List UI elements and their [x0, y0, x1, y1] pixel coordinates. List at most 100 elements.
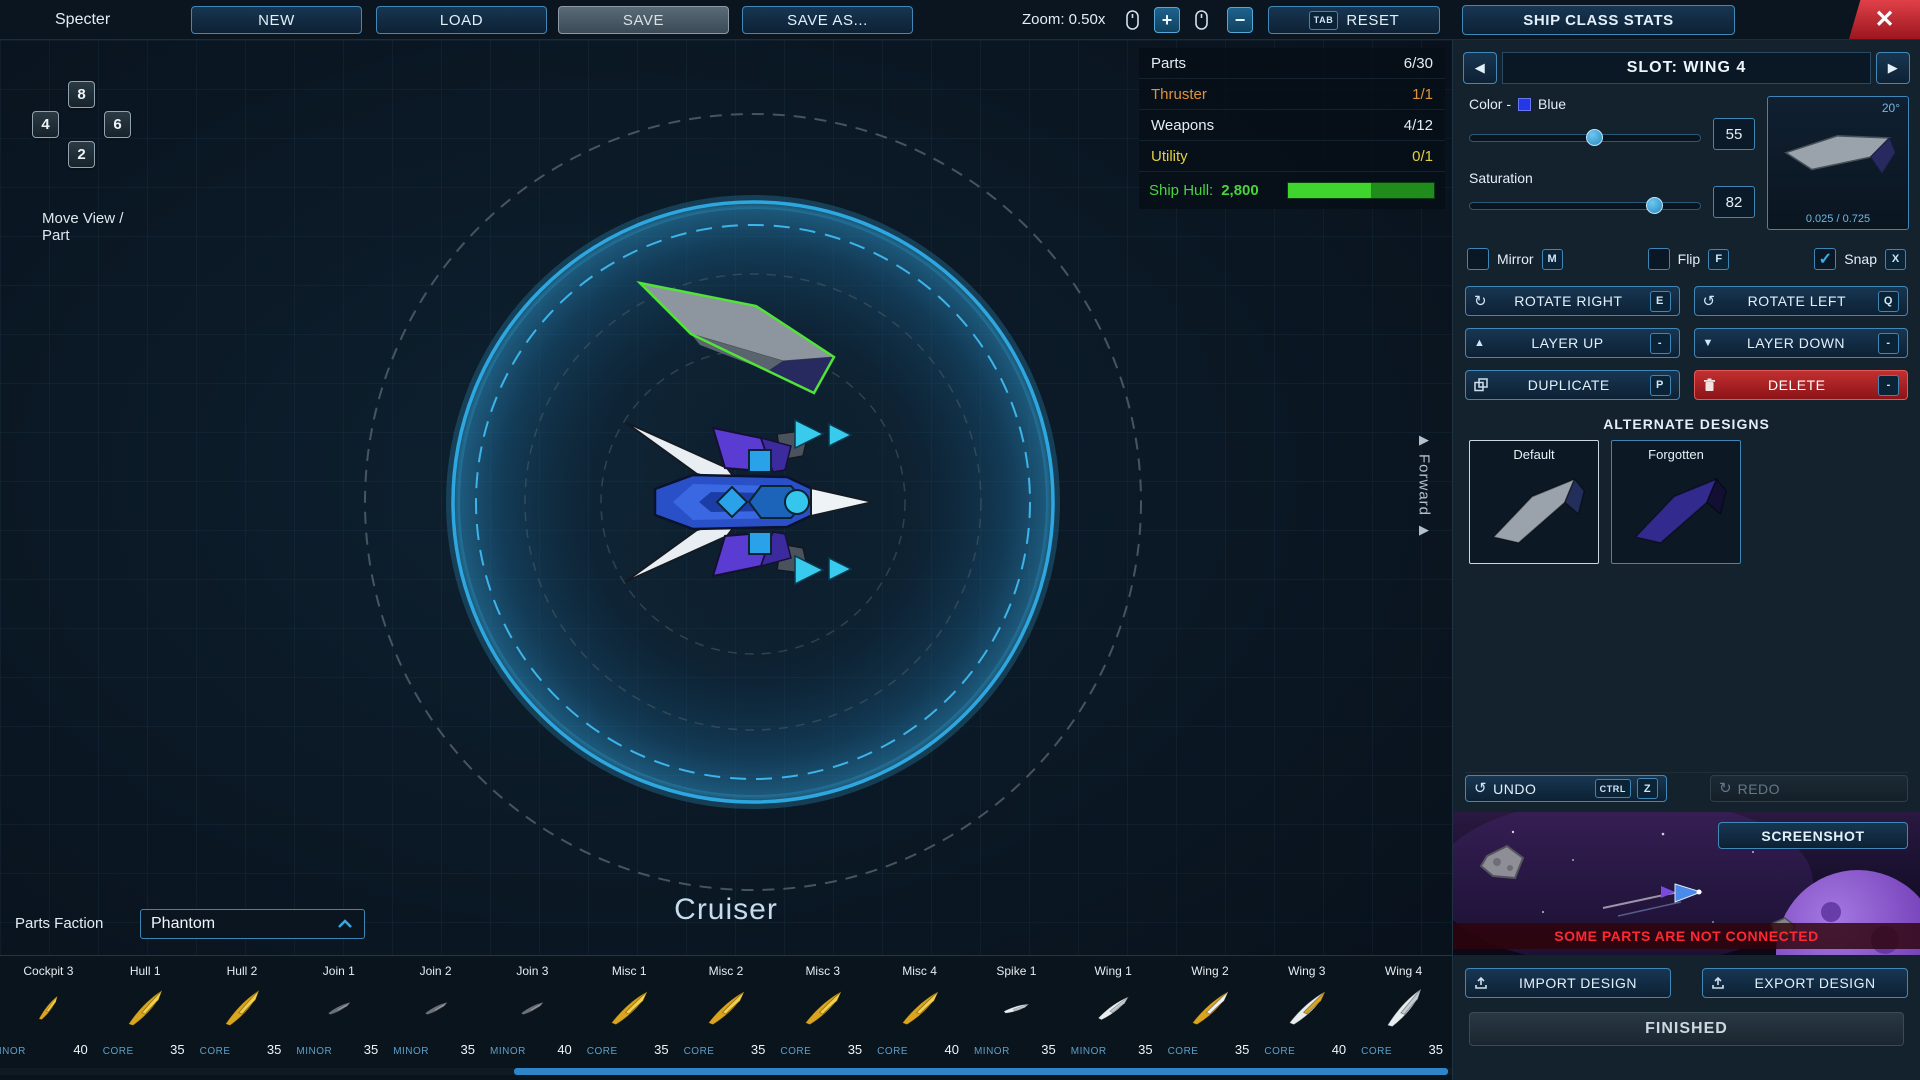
layer-down-key-badge: -	[1878, 333, 1899, 354]
color-swatch	[1518, 98, 1531, 111]
part-type: CORE	[1168, 1046, 1199, 1057]
stat-row: Weapons 4/12	[1139, 110, 1445, 141]
rotate-right-button[interactable]: ↻ ROTATE RIGHT E	[1465, 286, 1680, 316]
key-left: 4	[32, 111, 59, 138]
part-preview-image	[1773, 107, 1903, 207]
forward-label: Forward	[1416, 454, 1433, 516]
part-meta: CORE 35	[684, 1042, 766, 1057]
saturation-value-box[interactable]: 82	[1713, 186, 1755, 218]
duplicate-button[interactable]: DUPLICATE P	[1465, 370, 1680, 400]
saturation-slider[interactable]	[1469, 202, 1701, 210]
color-slider[interactable]	[1469, 134, 1701, 142]
reset-view-button[interactable]: TAB RESET	[1268, 6, 1440, 34]
part-icon	[387, 982, 484, 1034]
slot-selector: ◀ SLOT: WING 4 ▶	[1463, 52, 1910, 84]
new-button[interactable]: NEW	[191, 6, 362, 34]
layer-down-button[interactable]: ▼ LAYER DOWN -	[1694, 328, 1909, 358]
slot-next-button[interactable]: ▶	[1876, 52, 1910, 84]
editor-canvas[interactable]: 8 4 6 2 Move View / Part Parts 6/30 Thru…	[0, 40, 1452, 955]
part-item[interactable]: Cockpit 3 MINOR 40	[0, 956, 97, 1080]
part-icon	[581, 982, 678, 1034]
close-icon: ✕	[1874, 5, 1894, 34]
key-down: 2	[68, 141, 95, 168]
parts-scrollbar-thumb[interactable]	[514, 1068, 1448, 1075]
part-item[interactable]: Hull 1 CORE 35	[97, 956, 194, 1080]
save-button[interactable]: SAVE	[558, 6, 729, 34]
design-card[interactable]: Forgotten	[1611, 440, 1741, 564]
part-type: MINOR	[0, 1046, 26, 1057]
part-type: CORE	[1264, 1046, 1295, 1057]
part-item[interactable]: Join 3 MINOR 40	[484, 956, 581, 1080]
delete-button[interactable]: DELETE -	[1694, 370, 1909, 400]
export-design-button[interactable]: EXPORT DESIGN	[1702, 968, 1908, 998]
stat-label: Thruster	[1151, 86, 1207, 103]
part-item[interactable]: Wing 4 CORE 35	[1355, 956, 1452, 1080]
undo-button[interactable]: ↺ UNDO CTRL Z	[1465, 775, 1667, 802]
faction-dropdown[interactable]: Phantom	[140, 909, 365, 939]
undo-redo-row: ↺ UNDO CTRL Z ↻ REDO	[1465, 772, 1908, 802]
ship-class-stats-button[interactable]: SHIP CLASS STATS	[1462, 5, 1735, 35]
stat-value: 4/12	[1404, 117, 1433, 134]
part-item[interactable]: Wing 1 MINOR 35	[1065, 956, 1162, 1080]
rotate-cw-icon: ↻	[1474, 294, 1487, 309]
faction-dropdown-value: Phantom	[151, 915, 336, 933]
part-cost: 35	[654, 1042, 668, 1057]
import-export-row: IMPORT DESIGN EXPORT DESIGN	[1465, 968, 1908, 998]
save-as-button[interactable]: SAVE AS...	[742, 6, 913, 34]
color-slider-handle[interactable]	[1586, 129, 1603, 146]
part-icon	[484, 982, 581, 1034]
part-item[interactable]: Hull 2 CORE 35	[194, 956, 291, 1080]
zoom-in-button[interactable]: +	[1154, 7, 1180, 33]
layer-up-button[interactable]: ▲ LAYER UP -	[1465, 328, 1680, 358]
mirror-key-badge: M	[1542, 249, 1563, 270]
part-item[interactable]: Misc 2 CORE 35	[678, 956, 775, 1080]
part-item[interactable]: Join 2 MINOR 35	[387, 956, 484, 1080]
parts-scrollbar-track[interactable]	[0, 1068, 1452, 1075]
part-item[interactable]: Join 1 MINOR 35	[290, 956, 387, 1080]
part-item[interactable]: Wing 3 CORE 40	[1258, 956, 1355, 1080]
part-cost: 35	[1235, 1042, 1249, 1057]
part-item[interactable]: Misc 4 CORE 40	[871, 956, 968, 1080]
part-name: Spike 1	[968, 964, 1065, 978]
mirror-checkbox[interactable]	[1467, 248, 1489, 270]
part-item[interactable]: Misc 1 CORE 35	[581, 956, 678, 1080]
duplicate-key-badge: P	[1650, 375, 1671, 396]
part-cost: 35	[751, 1042, 765, 1057]
part-item[interactable]: Wing 2 CORE 35	[1162, 956, 1259, 1080]
upload-icon	[1711, 976, 1725, 990]
color-value-box[interactable]: 55	[1713, 118, 1755, 150]
part-meta: CORE 40	[877, 1042, 959, 1057]
redo-button[interactable]: ↻ REDO	[1710, 775, 1908, 802]
snap-checkbox[interactable]: ✓	[1814, 248, 1836, 270]
part-icon	[290, 982, 387, 1034]
rotate-left-button[interactable]: ↺ ROTATE LEFT Q	[1694, 286, 1909, 316]
load-button[interactable]: LOAD	[376, 6, 547, 34]
part-item[interactable]: Misc 3 CORE 35	[774, 956, 871, 1080]
stat-label: Weapons	[1151, 117, 1214, 134]
mouse-wheel-icon	[1195, 10, 1208, 30]
close-button[interactable]: ✕	[1849, 0, 1920, 39]
zoom-out-button[interactable]: −	[1227, 7, 1253, 33]
ship-stats-panel: Parts 6/30 Thruster 1/1 Weapons 4/12 Uti…	[1139, 48, 1445, 209]
design-card[interactable]: Default	[1469, 440, 1599, 564]
part-cost: 40	[1332, 1042, 1346, 1057]
part-icon	[871, 982, 968, 1034]
mouse-wheel-icon	[1126, 10, 1139, 30]
part-cost: 35	[848, 1042, 862, 1057]
flip-checkbox[interactable]	[1648, 248, 1670, 270]
finished-button[interactable]: FINISHED	[1469, 1012, 1904, 1046]
part-name: Misc 3	[774, 964, 871, 978]
mirror-group: Mirror M	[1467, 248, 1563, 270]
slot-prev-button[interactable]: ◀	[1463, 52, 1497, 84]
part-type: CORE	[1361, 1046, 1392, 1057]
saturation-slider-handle[interactable]	[1646, 197, 1663, 214]
key-up: 8	[68, 81, 95, 108]
part-name: Wing 1	[1065, 964, 1162, 978]
reset-label: RESET	[1346, 12, 1399, 29]
screenshot-button[interactable]: SCREENSHOT	[1718, 822, 1908, 849]
import-design-button[interactable]: IMPORT DESIGN	[1465, 968, 1671, 998]
part-item[interactable]: Spike 1 MINOR 35	[968, 956, 1065, 1080]
hull-label: Ship Hull:	[1149, 182, 1213, 199]
design-thumbnail	[1624, 467, 1730, 555]
rotate-left-key-badge: Q	[1878, 291, 1899, 312]
